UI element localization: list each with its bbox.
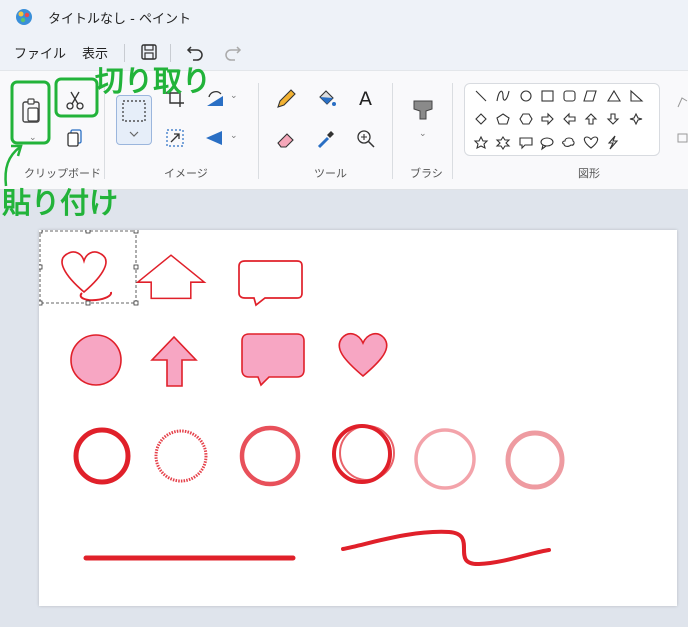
cut-highlight-box	[54, 77, 99, 118]
paste-highlight-box	[10, 80, 51, 145]
cut-annotation: 切り取り	[95, 64, 212, 98]
paste-annotation: 貼り付け	[2, 186, 119, 220]
